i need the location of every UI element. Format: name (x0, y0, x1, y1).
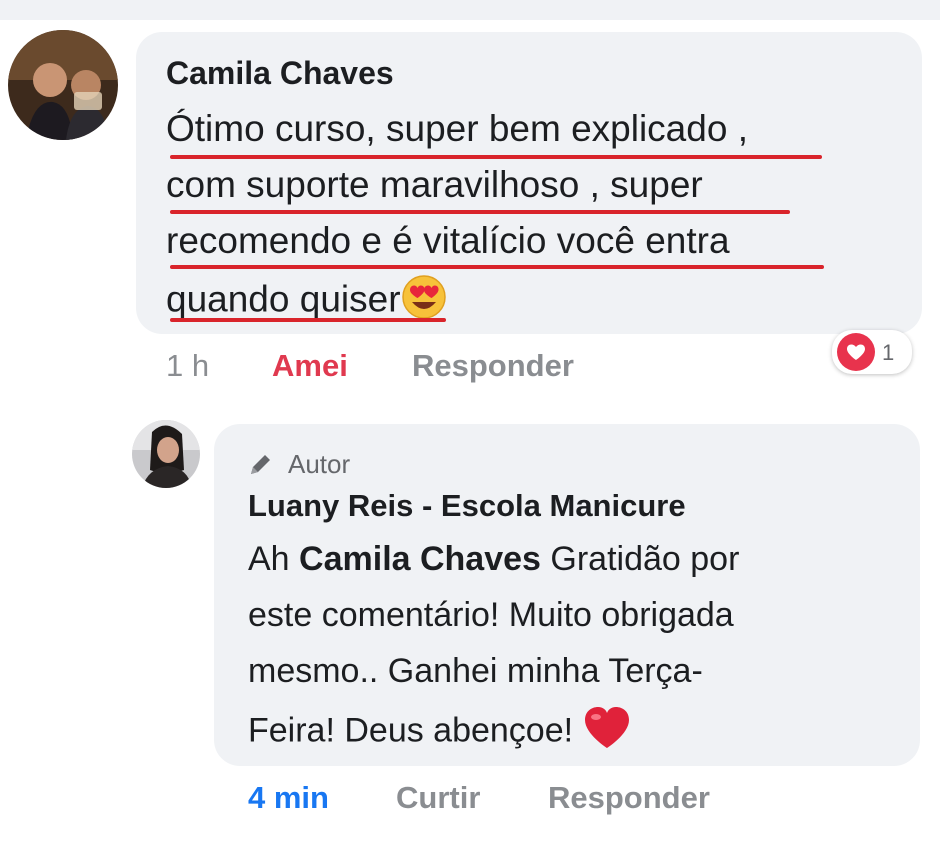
mention-link[interactable]: Camila Chaves (299, 540, 541, 578)
reply-text-line-4-text: Feira! Deus abençoe! (248, 711, 583, 750)
reply-reply-button[interactable]: Responder (548, 780, 710, 816)
reply-text-line-4: Feira! Deus abençoe! (248, 706, 631, 759)
reaction-count-badge[interactable]: 1 (832, 330, 912, 374)
reaction-count: 1 (882, 340, 895, 365)
reply-author-name[interactable]: Luany Reis - Escola Manicure (248, 488, 686, 524)
highlight-underline-2 (170, 210, 790, 214)
highlight-underline-1 (170, 155, 822, 159)
previous-comment-edge (0, 0, 940, 20)
commenter-avatar[interactable] (8, 30, 118, 140)
reply-time-link[interactable]: 4 min (248, 780, 329, 816)
highlight-underline-4 (170, 318, 446, 322)
amei-reaction-button[interactable]: Amei (272, 348, 348, 384)
reply-author-avatar[interactable] (132, 420, 200, 488)
comment-text-line-4-text: quando quiser (166, 278, 401, 320)
heart-icon (837, 333, 875, 371)
like-button[interactable]: Curtir (396, 780, 480, 816)
pencil-icon (251, 455, 270, 474)
reply-text-line-1: Ah Camila Chaves Gratidão por (248, 540, 739, 579)
highlight-underline-3 (170, 265, 824, 269)
comment-time[interactable]: 1 h (166, 348, 209, 384)
reply-button[interactable]: Responder (412, 348, 574, 384)
reply-text-line-2: este comentário! Muito obrigada (248, 596, 734, 634)
comment-text-line-1: Ótimo curso, super bem explicado , (166, 108, 748, 149)
reply-text-line-3: mesmo.. Ganhei minha Terça- (248, 652, 703, 690)
comment-text-line-2: com suporte maravilhoso , super (166, 164, 703, 205)
reply-text-line-1-text: Gratidão por (540, 540, 740, 578)
comment-author-name[interactable]: Camila Chaves (166, 55, 394, 92)
reply-text-prefix: Ah (248, 540, 300, 578)
author-badge-label: Autor (288, 449, 351, 479)
red-heart-emoji (583, 706, 631, 759)
comment-text-line-3: recomendo e é vitalício você entra (166, 220, 730, 261)
